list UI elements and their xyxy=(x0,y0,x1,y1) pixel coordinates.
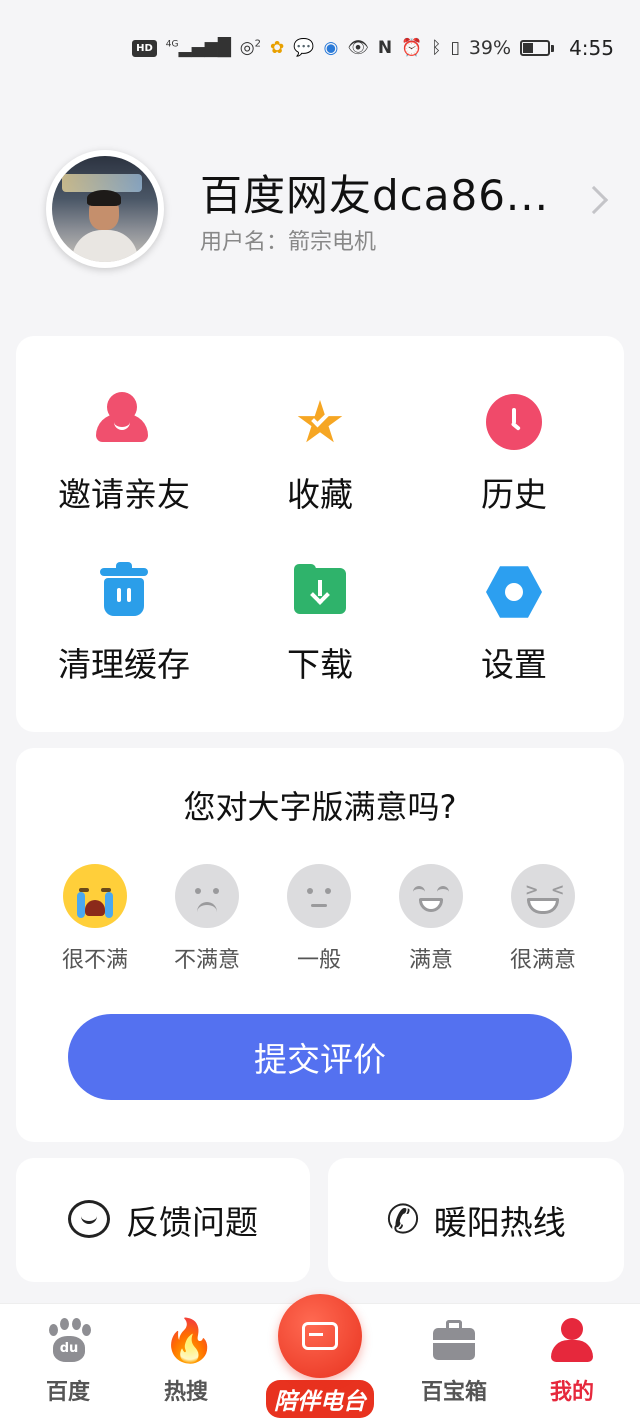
rating-option-very-satisfied[interactable]: > < 很满意 xyxy=(488,864,598,974)
shortcut-label: 邀请亲友 xyxy=(58,475,190,514)
tab-label: 百宝箱 xyxy=(420,1380,487,1405)
submit-rating-button[interactable]: 提交评价 xyxy=(68,1014,572,1100)
clock-icon xyxy=(484,392,544,452)
download-folder-icon xyxy=(290,562,350,622)
tab-companion-radio[interactable]: 陪伴电台 xyxy=(262,1294,378,1418)
hd-icon: HD xyxy=(132,39,157,57)
feedback-label: 反馈问题 xyxy=(126,1203,258,1242)
profile-header[interactable]: 百度网友dca86... 用户名：箭宗电机 xyxy=(0,140,640,280)
shortcut-clear-cache[interactable]: 清理缓存 xyxy=(24,562,224,686)
alarm-icon: ⏰ xyxy=(401,38,423,58)
tab-label: 百度 xyxy=(45,1380,90,1405)
shortcut-label: 收藏 xyxy=(287,475,353,514)
status-bar: HD 4G▂▄▆█ ◎2 ✿ 💬 ◉ 👁 N ⏰ ᛒ ▯ 39% 4:55 xyxy=(0,0,640,96)
chevron-right-icon[interactable] xyxy=(579,185,609,215)
bottom-tab-bar: du 百度 🔥 热搜 陪伴电台 百宝箱 我的 xyxy=(0,1294,640,1422)
toolbox-icon xyxy=(431,1318,477,1364)
rating-label: 满意 xyxy=(408,948,453,973)
shortcut-downloads[interactable]: 下载 xyxy=(220,562,420,686)
baidu-paw-icon: du xyxy=(45,1318,91,1364)
vibrate-icon: ▯ xyxy=(450,38,460,58)
survey-question: 您对大字版满意吗? xyxy=(183,788,457,826)
shortcut-history[interactable]: 历史 xyxy=(414,392,614,516)
shortcut-label: 清理缓存 xyxy=(58,645,190,684)
avatar[interactable] xyxy=(46,150,164,268)
shortcut-grid-card: 邀请亲友 ★ 收藏 历史 清理缓存 下载 设置 xyxy=(16,336,624,732)
tab-label: 热搜 xyxy=(163,1380,208,1405)
signal-icon: 4G▂▄▆█ xyxy=(165,38,231,58)
rating-label: 一般 xyxy=(296,948,341,973)
rating-option-very-unsatisfied[interactable]: 很不满 xyxy=(40,864,150,974)
flame-icon: 🔥 xyxy=(163,1316,216,1365)
username-line: 用户名：箭宗电机 xyxy=(200,230,377,255)
tab-trending[interactable]: 🔥 热搜 xyxy=(136,1318,236,1406)
rating-option-satisfied[interactable]: 满意 xyxy=(376,864,486,974)
tab-mine[interactable]: 我的 xyxy=(522,1318,622,1406)
avatar-photo xyxy=(52,156,158,262)
rating-label: 很满意 xyxy=(509,948,576,973)
tab-toolbox[interactable]: 百宝箱 xyxy=(404,1318,504,1406)
bluetooth-icon: ᛒ xyxy=(431,38,442,58)
shortcut-favorites[interactable]: ★ 收藏 xyxy=(220,392,420,516)
crying-face-icon xyxy=(63,864,127,928)
shortcut-settings[interactable]: 设置 xyxy=(414,562,614,686)
rating-label: 不满意 xyxy=(173,948,240,973)
display-name: 百度网友dca86... xyxy=(200,171,549,220)
trash-icon xyxy=(94,562,154,622)
laughing-face-icon: > < xyxy=(511,864,575,928)
rating-label: 很不满 xyxy=(61,948,128,973)
shortcut-label: 下载 xyxy=(287,645,353,684)
hotline-button[interactable]: ✆ 暖阳热线 xyxy=(328,1158,624,1282)
radio-icon xyxy=(278,1294,362,1378)
hotspot-icon: ◎2 xyxy=(239,38,262,58)
phone-icon: ✆ xyxy=(386,1197,420,1243)
nfc-icon: N xyxy=(377,38,393,58)
shortcut-label: 历史 xyxy=(481,475,547,514)
satisfaction-survey-card: 您对大字版满意吗? 很不满 不满意 一般 满意 > < 很满意 提交评价 xyxy=(16,748,624,1142)
shortcut-invite-friends[interactable]: 邀请亲友 xyxy=(24,392,224,516)
chat-bubble-icon xyxy=(68,1200,112,1240)
shortcut-label: 设置 xyxy=(481,645,547,684)
app-notification-icon: ✿ xyxy=(270,38,285,58)
settings-icon xyxy=(484,562,544,622)
smile-face-icon xyxy=(399,864,463,928)
tab-label: 我的 xyxy=(549,1380,594,1405)
star-check-icon: ★ xyxy=(294,388,346,456)
clock-time: 4:55 xyxy=(569,36,614,60)
rating-option-neutral[interactable]: 一般 xyxy=(264,864,374,974)
rating-option-unsatisfied[interactable]: 不满意 xyxy=(152,864,262,974)
battery-icon xyxy=(520,40,555,56)
eye-icon: 👁 xyxy=(347,38,369,58)
neutral-face-icon xyxy=(287,864,351,928)
feedback-card[interactable]: 反馈问题 xyxy=(16,1158,310,1282)
browser-icon: ◉ xyxy=(323,38,339,58)
user-icon xyxy=(549,1318,595,1364)
tab-label: 陪伴电台 xyxy=(266,1380,374,1418)
frown-face-icon xyxy=(175,864,239,928)
invite-icon xyxy=(94,392,154,452)
tab-baidu[interactable]: du 百度 xyxy=(18,1318,118,1406)
hotline-card[interactable]: ✆ 暖阳热线 xyxy=(328,1158,624,1282)
wechat-icon: 💬 xyxy=(293,38,315,58)
feedback-button[interactable]: 反馈问题 xyxy=(16,1158,310,1282)
battery-percent: 39% xyxy=(468,37,512,59)
hotline-label: 暖阳热线 xyxy=(433,1203,566,1242)
